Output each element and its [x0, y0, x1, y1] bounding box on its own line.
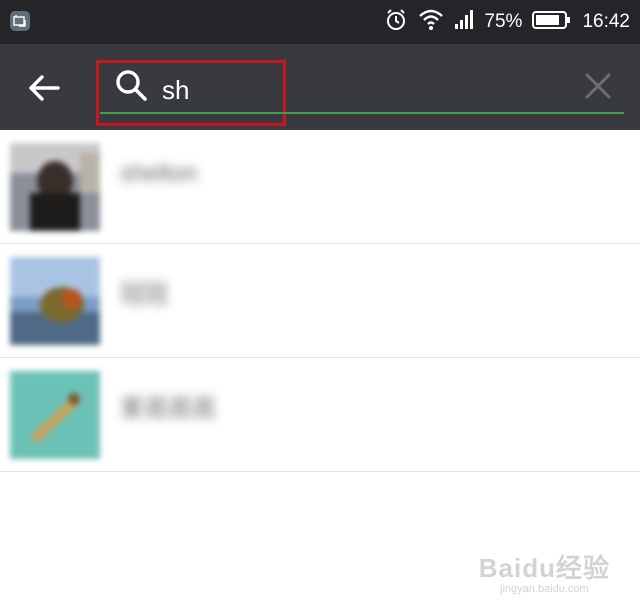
- battery-icon: [532, 10, 572, 35]
- contact-result-item[interactable]: shelton: [0, 130, 640, 244]
- back-arrow-icon: [29, 75, 60, 101]
- search-underline: [100, 112, 624, 114]
- alarm-icon: [384, 8, 408, 37]
- contact-avatar: [10, 257, 100, 345]
- contact-result-item[interactable]: 爱逛逛逛: [0, 358, 640, 472]
- clear-search-button[interactable]: [578, 66, 618, 106]
- contact-name: 爱逛逛逛: [120, 395, 216, 422]
- search-toolbar: [0, 44, 640, 130]
- screenshot-app-icon: [10, 11, 30, 31]
- contact-avatar: [10, 371, 100, 459]
- search-input[interactable]: [162, 72, 272, 108]
- wifi-icon: [418, 9, 444, 36]
- close-icon: [585, 73, 611, 99]
- status-bar: 75% 16:42: [0, 0, 640, 44]
- contact-name: shelton: [120, 160, 198, 187]
- contact-name: 冠冠: [120, 281, 168, 308]
- contact-result-item[interactable]: 冠冠: [0, 244, 640, 358]
- watermark-brand: Baidu经验: [478, 553, 610, 583]
- search-icon: [114, 68, 150, 109]
- battery-percent: 75%: [484, 11, 523, 32]
- search-results-list: shelton 冠冠 爱逛逛逛: [0, 130, 640, 472]
- baidu-watermark: Baidu经验 jingyan.baidu.com: [479, 548, 610, 595]
- status-icons: 75% 16:42: [384, 0, 630, 44]
- clock: 16:42: [582, 11, 630, 32]
- signal-icon: [454, 9, 474, 36]
- contact-avatar: [10, 143, 100, 231]
- back-button[interactable]: [22, 66, 66, 110]
